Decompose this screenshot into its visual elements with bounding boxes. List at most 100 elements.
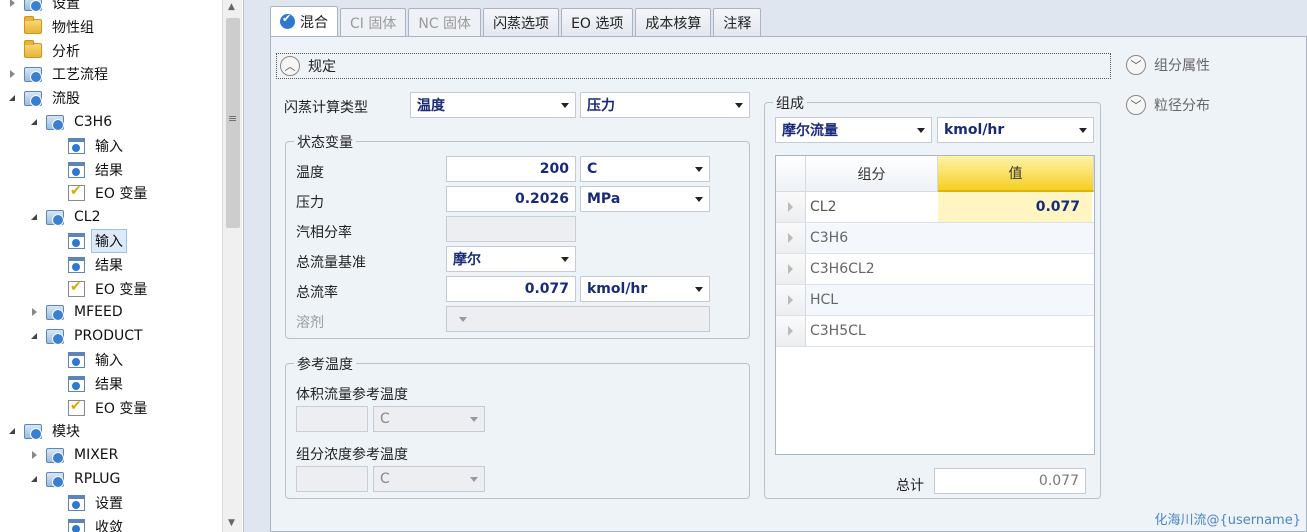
composition-unit-select[interactable]: kmol/hr (937, 117, 1094, 143)
vol-flow-ref-temp-input[interactable] (296, 406, 368, 432)
psd-link[interactable]: ﹀ 粒径分布 (1126, 95, 1210, 115)
tree-item[interactable]: EO 变量 (0, 278, 222, 300)
comp-conc-ref-temp-unit-select[interactable]: C (373, 466, 485, 492)
expand-arrow-icon[interactable] (6, 0, 18, 9)
tree-item[interactable]: PRODUCT (0, 325, 222, 347)
tree-item[interactable]: RPLUG (0, 468, 222, 490)
tab-nc-solid[interactable]: NC 固体 (408, 8, 482, 36)
temperature-input[interactable]: 200 (446, 156, 576, 182)
pressure-unit-select[interactable]: MPa (580, 186, 710, 212)
collapse-arrow-icon[interactable] (28, 330, 40, 342)
tree-item[interactable]: CL2 (0, 206, 222, 228)
table-row[interactable]: C3H5CL (776, 316, 1094, 347)
tree-item-label: 分析 (52, 43, 80, 60)
row-indicator-icon[interactable] (776, 285, 806, 315)
value-cell[interactable] (938, 223, 1092, 253)
collapse-arrow-icon[interactable] (28, 473, 40, 485)
tree-item[interactable]: 输入 (0, 135, 222, 157)
table-row[interactable]: HCL (776, 285, 1094, 316)
tree-item[interactable]: EO 变量 (0, 397, 222, 419)
component-attributes-link[interactable]: ﹀ 组分属性 (1126, 55, 1210, 75)
tree-item[interactable]: 工艺流程 (0, 63, 222, 85)
row-indicator-icon[interactable] (776, 223, 806, 253)
tree-item[interactable]: 收敛 (0, 516, 222, 532)
tab-comments[interactable]: 注释 (713, 8, 762, 36)
solvent-select[interactable] (446, 306, 710, 332)
tree-item[interactable]: C3H6 (0, 111, 222, 133)
temperature-unit-select[interactable]: C (580, 156, 710, 182)
tab-label: 闪蒸选项 (493, 15, 550, 32)
value-cell[interactable] (938, 285, 1092, 315)
tab-eo-options[interactable]: EO 选项 (561, 8, 634, 36)
row-indicator-icon[interactable] (776, 192, 806, 222)
tree-item[interactable]: 模块 (0, 420, 222, 442)
temperature-value: 200 (539, 161, 569, 177)
expand-arrow-icon[interactable] (6, 68, 18, 80)
tab-costing[interactable]: 成本核算 (635, 8, 712, 36)
pressure-input[interactable]: 0.2026 (446, 186, 576, 212)
collapse-arrow-icon[interactable] (6, 92, 18, 104)
row-indicator-icon[interactable] (776, 316, 806, 346)
select-value: 摩尔流量 (782, 123, 838, 139)
collapse-chevron-up-icon[interactable]: ︿ (280, 56, 300, 76)
tab-ci-solid[interactable]: CI 固体 (340, 8, 407, 36)
tree-scrollbar[interactable]: ▲ ▼ (222, 0, 242, 532)
flow-basis-select[interactable]: 摩尔 (446, 246, 576, 272)
expand-chevron-down-icon[interactable]: ﹀ (1126, 55, 1146, 75)
row-indicator-icon[interactable] (776, 254, 806, 284)
tree-item[interactable]: MFEED (0, 301, 222, 323)
folder-check-icon (24, 66, 42, 83)
tree-item[interactable]: 设置 (0, 0, 222, 14)
comp-conc-ref-temp-input[interactable] (296, 466, 368, 492)
vol-flow-ref-temp-unit-select[interactable]: C (373, 406, 485, 432)
collapse-arrow-icon[interactable] (28, 211, 40, 223)
scroll-up-icon[interactable]: ▲ (228, 2, 235, 12)
tree-item[interactable]: EO 变量 (0, 182, 222, 204)
folder-check-icon (24, 90, 42, 107)
expand-arrow-icon[interactable] (28, 306, 40, 318)
total-flow-input[interactable]: 0.077 (446, 276, 576, 302)
select-value: C (380, 411, 390, 427)
composition-basis-select[interactable]: 摩尔流量 (775, 117, 932, 143)
value-cell[interactable] (938, 316, 1092, 346)
expand-arrow-icon[interactable] (28, 449, 40, 461)
temperature-label: 温度 (296, 165, 324, 181)
value-cell[interactable] (938, 254, 1092, 284)
tree-item[interactable]: 分析 (0, 40, 222, 62)
tree-scroll-thumb[interactable] (226, 18, 240, 228)
tab-flash-options[interactable]: 闪蒸选项 (483, 8, 560, 36)
specifications-header[interactable]: ︿ 规定 (276, 53, 1111, 79)
value-cell[interactable]: 0.077 (938, 192, 1092, 222)
vapor-fraction-input[interactable] (446, 216, 576, 242)
tree-item[interactable]: 输入 (0, 229, 222, 253)
tree-item[interactable]: 流股 (0, 87, 222, 109)
tree-item-label: 输入 (91, 229, 127, 253)
tree-item[interactable]: MIXER (0, 444, 222, 466)
tree-item[interactable]: 物性组 (0, 16, 222, 38)
tree-item[interactable]: 输入 (0, 349, 222, 371)
total-flow-unit-select[interactable]: kmol/hr (580, 276, 710, 302)
tree-item[interactable]: 结果 (0, 373, 222, 395)
flash-var1-select[interactable]: 温度 (410, 92, 576, 118)
tab-mixed[interactable]: 混合 (270, 6, 338, 36)
table-row[interactable]: CL2 0.077 (776, 192, 1094, 223)
tree-item[interactable]: 结果 (0, 254, 222, 276)
expand-chevron-down-icon[interactable]: ﹀ (1126, 95, 1146, 115)
column-header-value[interactable]: 值 (938, 156, 1094, 192)
flash-var2-select[interactable]: 压力 (580, 92, 750, 118)
solvent-label: 溶剂 (296, 315, 324, 331)
collapse-arrow-icon[interactable] (28, 116, 40, 128)
select-value: C (380, 471, 390, 487)
table-row[interactable]: C3H6 (776, 223, 1094, 254)
state-variables-group: 状态变量 温度 200 C 压力 0.2026 MPa 汽相分率 总流量基准 摩… (285, 132, 750, 339)
tree-item[interactable]: 设置 (0, 492, 222, 514)
scroll-down-icon[interactable]: ▼ (228, 518, 235, 528)
column-header-component[interactable]: 组分 (806, 156, 938, 192)
collapse-arrow-icon[interactable] (6, 425, 18, 437)
table-row[interactable]: C3H6CL2 (776, 254, 1094, 285)
tree-item[interactable]: 结果 (0, 159, 222, 181)
